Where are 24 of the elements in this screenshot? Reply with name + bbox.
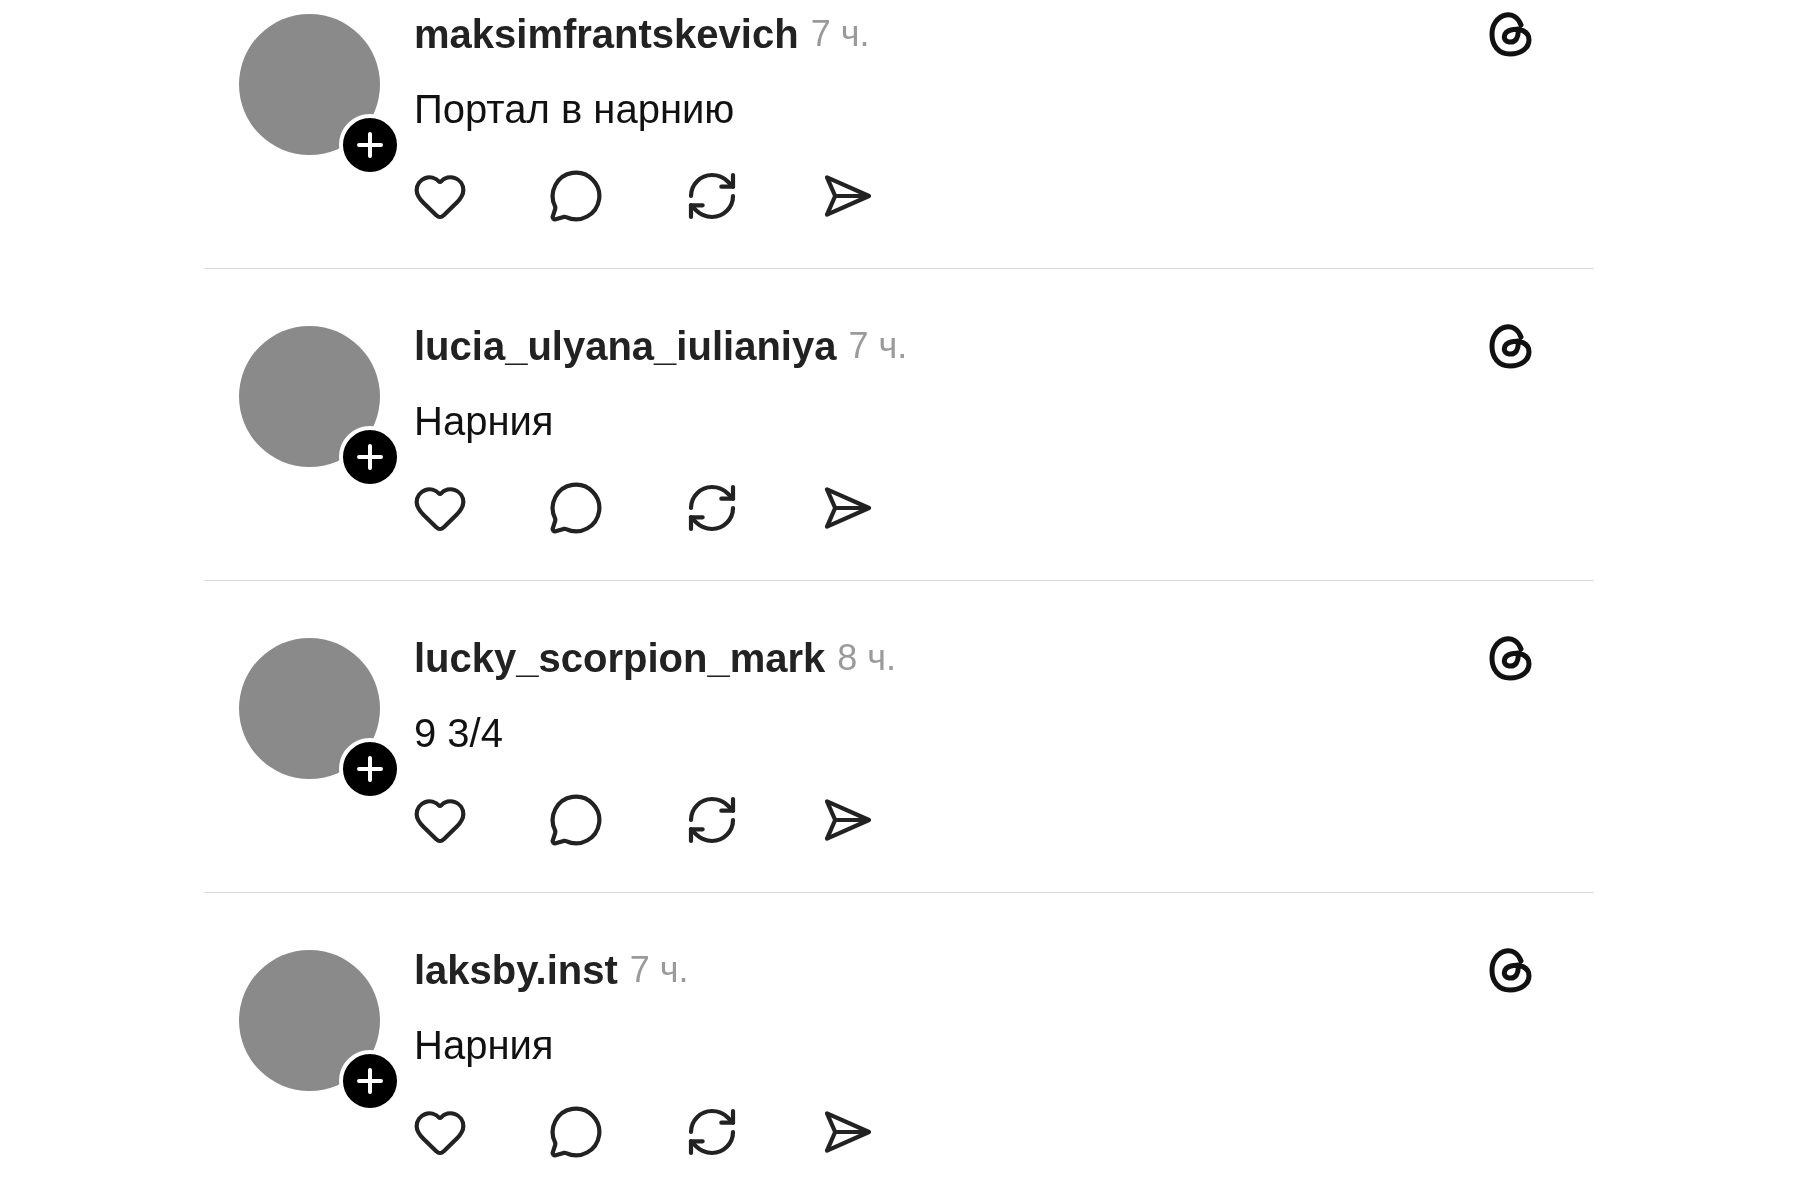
- username[interactable]: lucky_scorpion_mark: [414, 628, 826, 688]
- username[interactable]: laksby.inst: [414, 940, 618, 1000]
- post-text: Нарния: [414, 398, 555, 445]
- plus-icon: [356, 443, 384, 471]
- post-time: 8 ч.: [837, 636, 897, 680]
- username[interactable]: maksimfrantskevich: [414, 4, 799, 64]
- post-time: 7 ч.: [810, 12, 870, 56]
- plus-icon: [356, 1067, 384, 1095]
- post-time: 7 ч.: [848, 324, 908, 368]
- post-text: 9 3/4: [414, 710, 504, 757]
- reply-icon[interactable]: [548, 168, 604, 224]
- plus-icon: [356, 131, 384, 159]
- reply-icon[interactable]: [548, 480, 604, 536]
- reply-icon[interactable]: [548, 1104, 604, 1160]
- post-text: Портал в нарнию: [414, 86, 736, 133]
- reply-icon[interactable]: [548, 792, 604, 848]
- post-time: 7 ч.: [629, 948, 689, 992]
- post-text: Нарния: [414, 1022, 555, 1069]
- username[interactable]: lucia_ulyana_iulianiya: [414, 316, 837, 376]
- threads-logo-icon: [1488, 321, 1534, 371]
- threads-logo-icon: [1488, 9, 1534, 59]
- threads-logo-icon: [1488, 945, 1534, 995]
- plus-icon: [356, 755, 384, 783]
- threads-logo-icon: [1488, 633, 1534, 683]
